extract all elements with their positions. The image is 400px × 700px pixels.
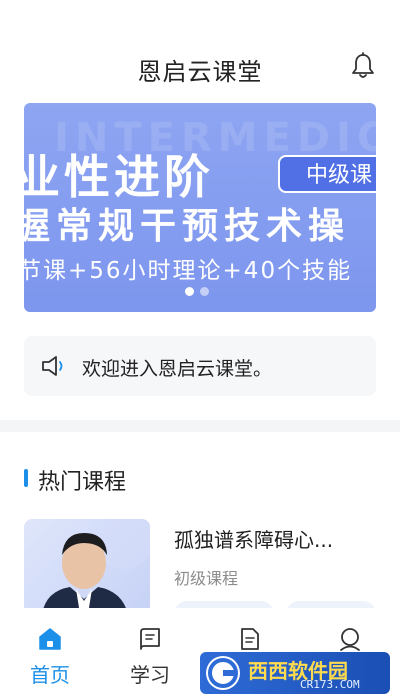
banner-subheadline: 握常规干预技术操: [24, 206, 351, 247]
course-thumbnail[interactable]: [24, 519, 150, 614]
course-title[interactable]: 孤独谱系障碍心...: [174, 524, 333, 553]
notice-bar[interactable]: 欢迎进入恩启云课堂。: [24, 336, 376, 396]
section-accent-bar: [24, 469, 28, 487]
banner-level-tag: 中级课: [278, 155, 376, 193]
watermark-url: CR173.COM: [300, 678, 360, 691]
app-header: 恩启云课堂: [0, 0, 400, 100]
notice-text: 欢迎进入恩启云课堂。: [82, 358, 273, 380]
carousel-dot[interactable]: [185, 287, 194, 296]
instructor-photo: [42, 519, 150, 614]
study-icon: [140, 628, 160, 650]
site-watermark: 西西软件园 CR173.COM: [200, 652, 390, 694]
watermark-logo: [206, 656, 240, 690]
page-title: 恩启云课堂: [137, 58, 263, 86]
tab-label: 学习: [130, 663, 170, 687]
banner-description: 节课+56小时理论+40个技能: [24, 258, 353, 284]
carousel-indicator: [185, 287, 209, 296]
speaker-icon: [42, 356, 63, 376]
tab-label: 首页: [30, 663, 70, 687]
home-icon: [39, 628, 61, 650]
profile-icon: [340, 628, 360, 651]
section-title: 热门课程: [38, 470, 127, 495]
section-divider: [0, 420, 400, 432]
course-level: 初级课程: [174, 569, 239, 588]
document-icon: [241, 628, 259, 650]
carousel-dot[interactable]: [200, 287, 209, 296]
tab-study[interactable]: 学习: [100, 608, 200, 700]
banner-carousel[interactable]: INTERMEDIO 业性进阶 中级课 握常规干预技术操 节课+56小时理论+4…: [24, 103, 376, 312]
bell-icon[interactable]: [350, 52, 376, 80]
tab-home[interactable]: 首页: [0, 608, 100, 700]
